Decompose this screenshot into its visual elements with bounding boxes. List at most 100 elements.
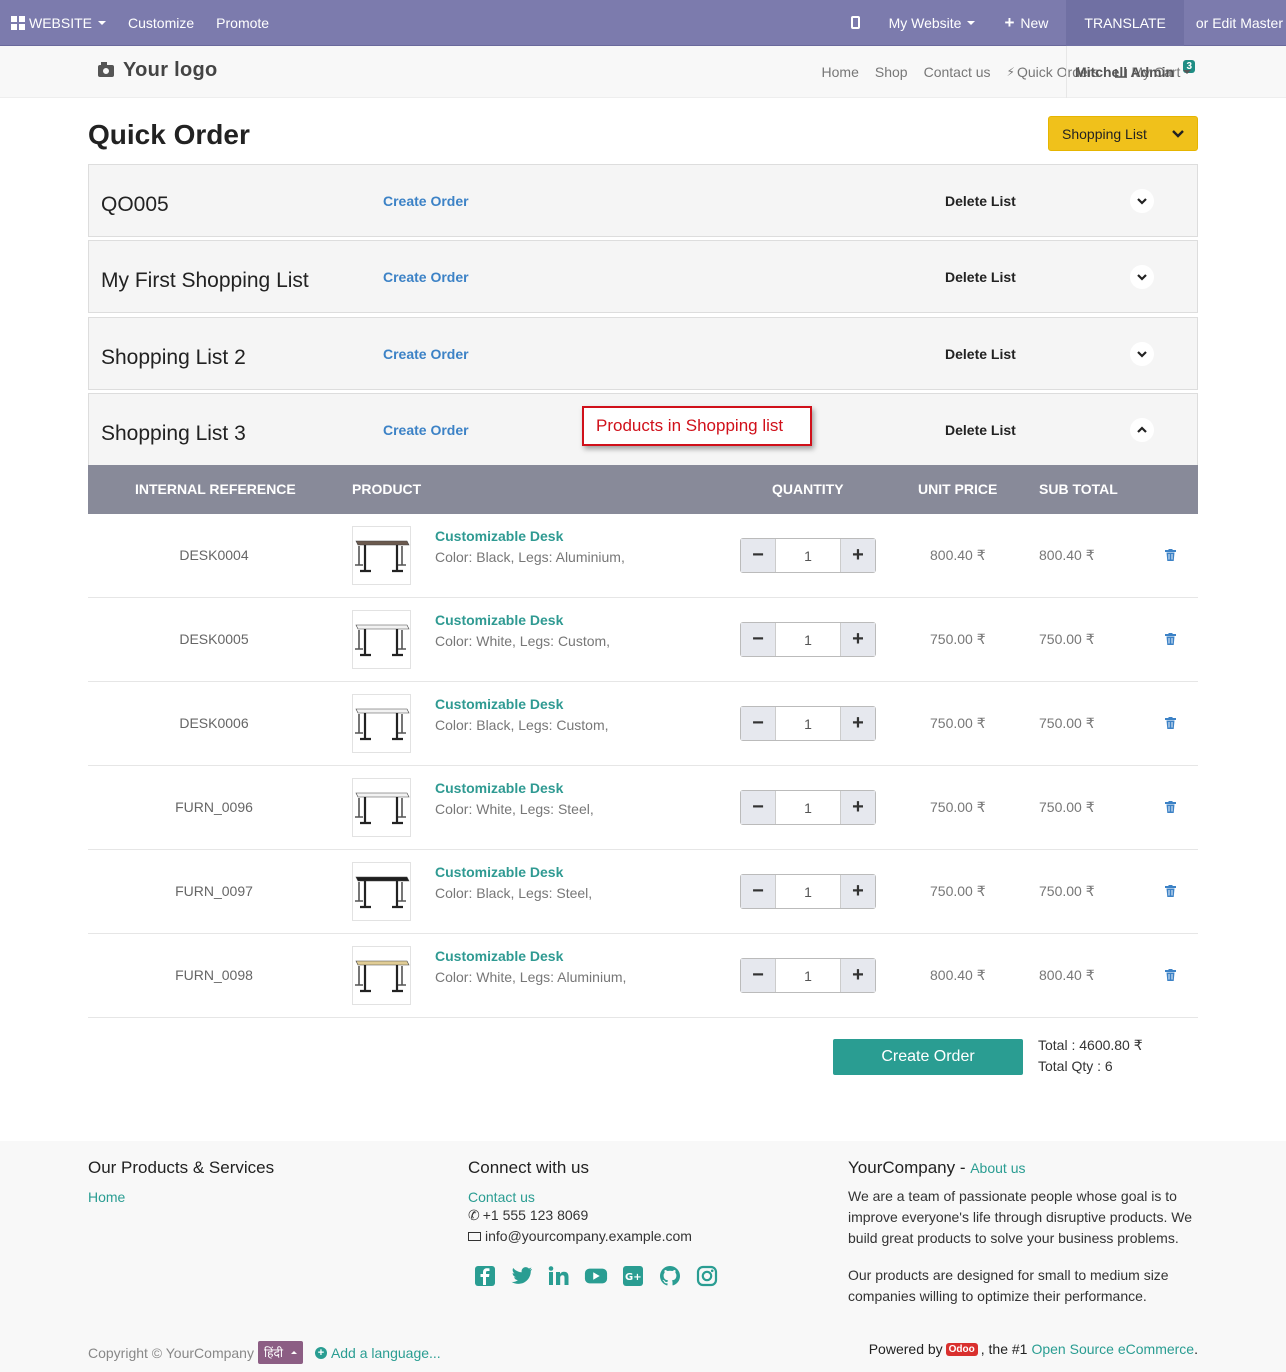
- quantity-input[interactable]: 1: [775, 539, 841, 572]
- odoo-logo[interactable]: Odoo: [945, 1342, 978, 1356]
- translate-button[interactable]: TRANSLATE: [1066, 0, 1184, 46]
- product-thumbnail[interactable]: [352, 778, 411, 837]
- github-icon[interactable]: [658, 1264, 682, 1288]
- copyright-text: Copyright © YourCompany: [88, 1344, 254, 1361]
- delete-list-link[interactable]: Delete List: [945, 269, 1016, 285]
- expand-toggle[interactable]: [1130, 342, 1154, 366]
- product-name-link[interactable]: Customizable Desk: [435, 528, 563, 544]
- trash-icon[interactable]: [1165, 632, 1176, 648]
- order-totals: Total : 4600.80 ₹ Total Qty : 6: [1038, 1035, 1143, 1077]
- quantity-input[interactable]: 1: [775, 875, 841, 908]
- increase-quantity-button[interactable]: +: [841, 539, 875, 572]
- quantity-stepper: − 1 +: [740, 874, 876, 909]
- trash-icon[interactable]: [1165, 716, 1176, 732]
- shopping-list-dropdown-button[interactable]: Shopping List: [1048, 116, 1198, 151]
- desk-image-icon: [355, 960, 410, 993]
- add-language-link[interactable]: + Add a language...: [314, 1345, 441, 1361]
- product-name-link[interactable]: Customizable Desk: [435, 612, 563, 628]
- col-unit-price: UNIT PRICE: [918, 481, 998, 497]
- sub-total: 750.00 ₹: [1039, 631, 1095, 647]
- nav-home[interactable]: Home: [814, 64, 867, 80]
- create-order-link[interactable]: Create Order: [383, 269, 469, 285]
- increase-quantity-button[interactable]: +: [841, 959, 875, 992]
- trash-icon[interactable]: [1165, 800, 1176, 816]
- delete-list-link[interactable]: Delete List: [945, 422, 1016, 438]
- chevron-up-icon: [1137, 426, 1147, 433]
- quantity-input[interactable]: 1: [775, 623, 841, 656]
- footer-contact-link[interactable]: Contact us: [468, 1189, 535, 1205]
- products-table-header: INTERNAL REFERENCE PRODUCT QUANTITY UNIT…: [88, 465, 1198, 514]
- promote-menu[interactable]: Promote: [205, 0, 280, 46]
- quantity-input[interactable]: 1: [775, 959, 841, 992]
- product-thumbnail[interactable]: [352, 610, 411, 669]
- unit-price: 750.00 ₹: [930, 799, 986, 815]
- youtube-icon[interactable]: [584, 1264, 608, 1288]
- phone-icon: ✆: [468, 1207, 480, 1223]
- footer-about-title: YourCompany - About us: [848, 1158, 1208, 1178]
- caret-down-icon: [1183, 70, 1192, 74]
- edit-master-button[interactable]: or Edit Master: [1184, 0, 1286, 46]
- new-button[interactable]: + New: [986, 0, 1066, 46]
- expand-toggle[interactable]: [1130, 265, 1154, 289]
- decrease-quantity-button[interactable]: −: [741, 707, 775, 740]
- product-name-link[interactable]: Customizable Desk: [435, 696, 563, 712]
- about-paragraph-1: We are a team of passionate people whose…: [848, 1188, 1193, 1246]
- product-name-link[interactable]: Customizable Desk: [435, 864, 563, 880]
- quantity-stepper: − 1 +: [740, 958, 876, 993]
- footer-email: info@yourcompany.example.com: [468, 1226, 719, 1247]
- twitter-icon[interactable]: [510, 1264, 534, 1288]
- product-thumbnail[interactable]: [352, 694, 411, 753]
- nav-shop[interactable]: Shop: [867, 64, 916, 80]
- google-plus-icon[interactable]: G+: [621, 1264, 645, 1288]
- nav-contact-us[interactable]: Contact us: [916, 64, 999, 80]
- create-order-link[interactable]: Create Order: [383, 346, 469, 362]
- product-thumbnail[interactable]: [352, 862, 411, 921]
- powered-by: Powered by Odoo , the #1 Open Source eCo…: [869, 1341, 1198, 1357]
- decrease-quantity-button[interactable]: −: [741, 539, 775, 572]
- create-order-button[interactable]: Create Order: [833, 1039, 1023, 1075]
- footer-home-link[interactable]: Home: [88, 1189, 125, 1205]
- facebook-icon[interactable]: [473, 1264, 497, 1288]
- user-menu[interactable]: Mitchell Admin: [1066, 46, 1192, 98]
- increase-quantity-button[interactable]: +: [841, 707, 875, 740]
- product-thumbnail[interactable]: [352, 946, 411, 1005]
- language-selector[interactable]: हिंदी: [257, 1341, 303, 1364]
- create-order-link[interactable]: Create Order: [383, 422, 469, 438]
- desk-image-icon: [355, 708, 410, 741]
- decrease-quantity-button[interactable]: −: [741, 623, 775, 656]
- increase-quantity-button[interactable]: +: [841, 875, 875, 908]
- trash-icon[interactable]: [1165, 884, 1176, 900]
- instagram-icon[interactable]: [695, 1264, 719, 1288]
- increase-quantity-button[interactable]: +: [841, 791, 875, 824]
- product-attributes: Color: White, Legs: Custom,: [435, 633, 611, 649]
- trash-icon[interactable]: [1165, 968, 1176, 984]
- quantity-input[interactable]: 1: [775, 707, 841, 740]
- decrease-quantity-button[interactable]: −: [741, 791, 775, 824]
- mobile-preview-button[interactable]: [833, 0, 878, 46]
- delete-list-link[interactable]: Delete List: [945, 346, 1016, 362]
- table-row: DESK0005 Customizable Desk Color: White,…: [88, 598, 1198, 682]
- my-website-menu[interactable]: My Website: [878, 0, 987, 46]
- about-us-link[interactable]: About us: [970, 1160, 1025, 1176]
- decrease-quantity-button[interactable]: −: [741, 875, 775, 908]
- internal-reference: FURN_0097: [175, 883, 253, 899]
- site-logo[interactable]: Your logo: [98, 59, 218, 82]
- increase-quantity-button[interactable]: +: [841, 623, 875, 656]
- quantity-input[interactable]: 1: [775, 791, 841, 824]
- caret-down-icon: [967, 20, 976, 25]
- product-attributes: Color: Black, Legs: Custom,: [435, 717, 609, 733]
- decrease-quantity-button[interactable]: −: [741, 959, 775, 992]
- website-menu[interactable]: WEBSITE: [0, 0, 117, 46]
- open-source-ecommerce-link[interactable]: Open Source eCommerce: [1031, 1341, 1194, 1357]
- create-order-link[interactable]: Create Order: [383, 193, 469, 209]
- delete-list-link[interactable]: Delete List: [945, 193, 1016, 209]
- product-attributes: Color: Black, Legs: Steel,: [435, 885, 593, 901]
- product-thumbnail[interactable]: [352, 526, 411, 585]
- product-name-link[interactable]: Customizable Desk: [435, 948, 563, 964]
- expand-toggle[interactable]: [1130, 189, 1154, 213]
- trash-icon[interactable]: [1165, 548, 1176, 564]
- collapse-toggle[interactable]: [1130, 418, 1154, 442]
- product-name-link[interactable]: Customizable Desk: [435, 780, 563, 796]
- customize-menu[interactable]: Customize: [117, 0, 205, 46]
- linkedin-icon[interactable]: [547, 1264, 571, 1288]
